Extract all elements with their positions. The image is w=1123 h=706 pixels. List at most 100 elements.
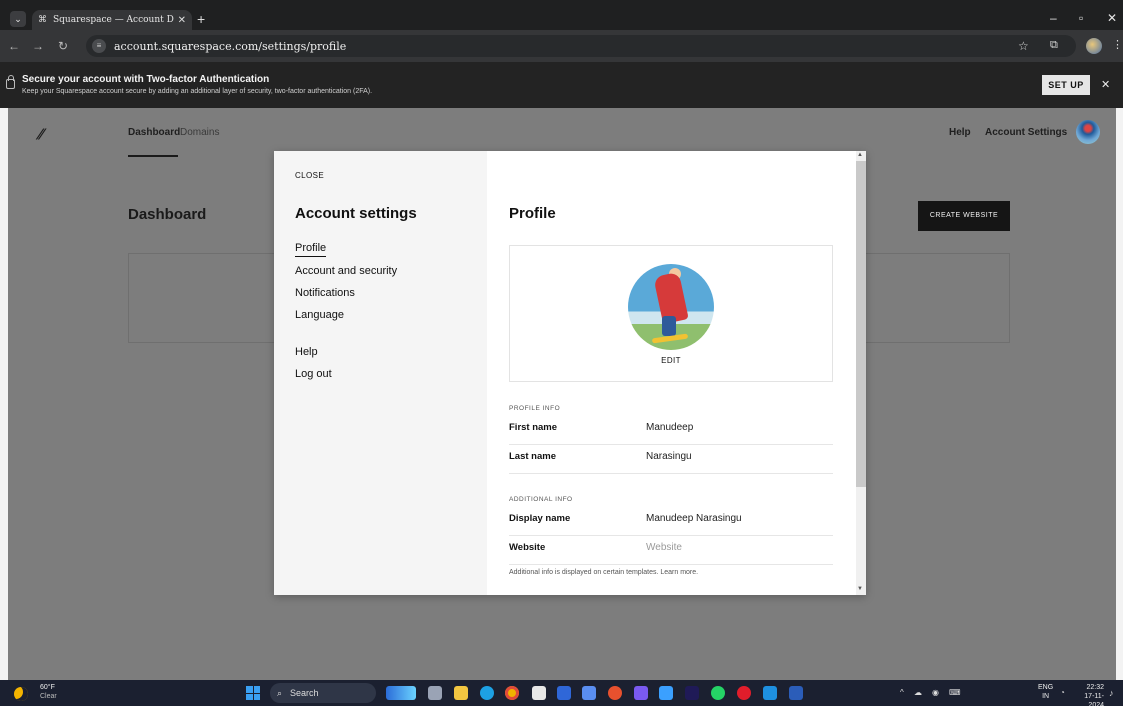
profile-heading: Profile xyxy=(509,205,556,222)
dashboard-title: Dashboard xyxy=(128,206,207,223)
profile-photo[interactable] xyxy=(628,264,714,350)
display-name-field[interactable]: Manudeep Narasingu xyxy=(646,513,742,524)
user-avatar[interactable] xyxy=(1076,120,1100,144)
tab-close-icon[interactable]: ✕ xyxy=(178,15,186,26)
reload-icon[interactable]: ↻ xyxy=(58,40,68,52)
photo-legs xyxy=(662,316,676,336)
outlook-icon[interactable] xyxy=(763,686,777,700)
additional-info-label: ADDITIONAL INFO xyxy=(509,496,573,503)
browser-tab[interactable]: ⌘ Squarespace — Account Dashb ✕ xyxy=(32,10,192,30)
menu-item-account-security[interactable]: Account and security xyxy=(295,265,397,277)
photo-skateboard xyxy=(651,333,689,344)
lang-bottom: IN xyxy=(1042,693,1050,700)
clock-date: 17-11-2024 xyxy=(1084,693,1104,706)
widgets-icon[interactable] xyxy=(386,686,416,700)
last-name-label: Last name xyxy=(509,451,556,462)
browser-navbar: ← → ↻ ≡ account.squarespace.com/settings… xyxy=(0,30,1123,62)
input-language[interactable]: ENG IN xyxy=(1038,683,1053,701)
last-name-row: Last name Narasingu xyxy=(509,445,833,474)
two-factor-banner: Secure your account with Two-factor Auth… xyxy=(0,62,1123,108)
url-text: account.squarespace.com/settings/profile xyxy=(114,40,347,53)
website-field[interactable]: Website xyxy=(646,542,682,553)
nav-dashboard[interactable]: Dashboard xyxy=(128,127,180,138)
website-label: Website xyxy=(509,542,546,553)
banner-subtitle: Keep your Squarespace account secure by … xyxy=(22,88,373,95)
settings-sidebar: CLOSE Account settings Profile Account a… xyxy=(274,151,487,595)
brave-icon[interactable] xyxy=(608,686,622,700)
taskbar-search-placeholder: Search xyxy=(290,688,319,698)
settings-heading: Account settings xyxy=(295,205,417,222)
site-info-icon[interactable]: ≡ xyxy=(92,39,106,53)
tray-overflow-icon[interactable]: ^ xyxy=(900,688,904,697)
teams-icon[interactable] xyxy=(582,686,596,700)
wifi-icon[interactable]: ◔ xyxy=(1060,688,1065,697)
nav-domains[interactable]: Domains xyxy=(180,127,219,138)
last-name-field[interactable]: Narasingu xyxy=(646,451,692,462)
browser-profile-avatar[interactable] xyxy=(1086,38,1102,54)
calendar-icon[interactable] xyxy=(532,686,546,700)
edit-photo-button[interactable]: EDIT xyxy=(510,356,832,365)
first-name-field[interactable]: Manudeep xyxy=(646,422,693,433)
browser-menu-icon[interactable]: ⋮ xyxy=(1112,38,1123,51)
profile-info-label: PROFILE INFO xyxy=(509,405,561,412)
setup-button[interactable]: SET UP xyxy=(1042,75,1090,95)
menu-item-language[interactable]: Language xyxy=(295,309,344,321)
weather-moon-icon[interactable] xyxy=(14,687,28,701)
store-icon[interactable] xyxy=(659,686,673,700)
scroll-up-arrow-icon[interactable]: ▲ xyxy=(857,152,863,158)
clock-time: 22:32 xyxy=(1086,684,1104,691)
scrollbar-thumb[interactable] xyxy=(856,161,866,487)
premiere-icon[interactable] xyxy=(685,686,699,700)
display-name-label: Display name xyxy=(509,513,571,524)
lock-icon xyxy=(6,75,15,89)
menu-item-notifications[interactable]: Notifications xyxy=(295,287,355,299)
start-button[interactable] xyxy=(246,686,260,700)
nav-active-underline xyxy=(128,155,178,157)
minimize-icon[interactable]: – xyxy=(1050,12,1057,24)
squarespace-logo-icon[interactable]: ⫽ xyxy=(35,126,47,143)
menu-item-profile[interactable]: Profile xyxy=(295,242,327,257)
weather-condition: Clear xyxy=(40,693,57,700)
banner-close-icon[interactable]: ✕ xyxy=(1101,78,1110,91)
forward-icon[interactable]: → xyxy=(32,40,44,52)
help-link[interactable]: Help xyxy=(949,127,971,138)
task-view-icon[interactable] xyxy=(428,686,442,700)
taskbar-search[interactable]: ⌕ Search xyxy=(270,683,376,703)
back-icon[interactable]: ← xyxy=(8,40,20,52)
menu-item-help[interactable]: Help xyxy=(295,346,318,358)
windows-taskbar: 60°F Clear ⌕ Search ^ ☁ ◉ ⌨ ENG IN ◔ 22:… xyxy=(0,680,1123,706)
banner-title: Secure your account with Two-factor Auth… xyxy=(22,74,270,85)
opera-icon[interactable] xyxy=(737,686,751,700)
tray-app-icon[interactable]: ◉ xyxy=(932,688,939,697)
chrome-icon[interactable] xyxy=(505,686,519,700)
address-bar[interactable]: ≡ account.squarespace.com/settings/profi… xyxy=(86,35,1076,57)
tab-search-menu-icon[interactable]: ⌄ xyxy=(10,11,26,27)
first-name-label: First name xyxy=(509,422,558,433)
edge-icon[interactable] xyxy=(480,686,494,700)
create-website-button[interactable]: CREATE WEBSITE xyxy=(918,201,1010,231)
onedrive-icon[interactable]: ☁ xyxy=(914,688,922,697)
copilot-icon[interactable] xyxy=(634,686,648,700)
restore-icon[interactable]: ▫ xyxy=(1079,12,1083,24)
tab-title: Squarespace — Account Dashb xyxy=(53,15,174,25)
keyboard-icon[interactable]: ⌨ xyxy=(949,688,961,697)
bookmark-star-icon[interactable]: ☆ xyxy=(1018,39,1029,53)
extensions-icon[interactable]: ⧉ xyxy=(1050,39,1058,52)
account-settings-modal: CLOSE Account settings Profile Account a… xyxy=(274,151,866,595)
notification-bell-icon[interactable]: ♪ xyxy=(1109,688,1114,698)
website-row: Website Website xyxy=(509,536,833,565)
account-settings-link[interactable]: Account Settings xyxy=(985,127,1067,138)
new-tab-icon[interactable]: + xyxy=(197,12,205,26)
file-explorer-icon[interactable] xyxy=(454,686,468,700)
close-button[interactable]: CLOSE xyxy=(295,171,324,180)
scroll-down-arrow-icon[interactable]: ▼ xyxy=(857,586,863,592)
whatsapp-icon[interactable] xyxy=(711,686,725,700)
menu-item-logout[interactable]: Log out xyxy=(295,368,332,380)
word-icon[interactable] xyxy=(789,686,803,700)
profile-photo-box: EDIT xyxy=(509,245,833,382)
browser-tabstrip: ⌄ ⌘ Squarespace — Account Dashb ✕ + – ▫ … xyxy=(0,0,1123,30)
weather-temperature: 60°F xyxy=(40,684,55,691)
system-clock[interactable]: 22:32 17-11-2024 xyxy=(1070,683,1104,706)
window-close-icon[interactable]: ✕ xyxy=(1107,12,1117,24)
l-app-icon[interactable] xyxy=(557,686,571,700)
